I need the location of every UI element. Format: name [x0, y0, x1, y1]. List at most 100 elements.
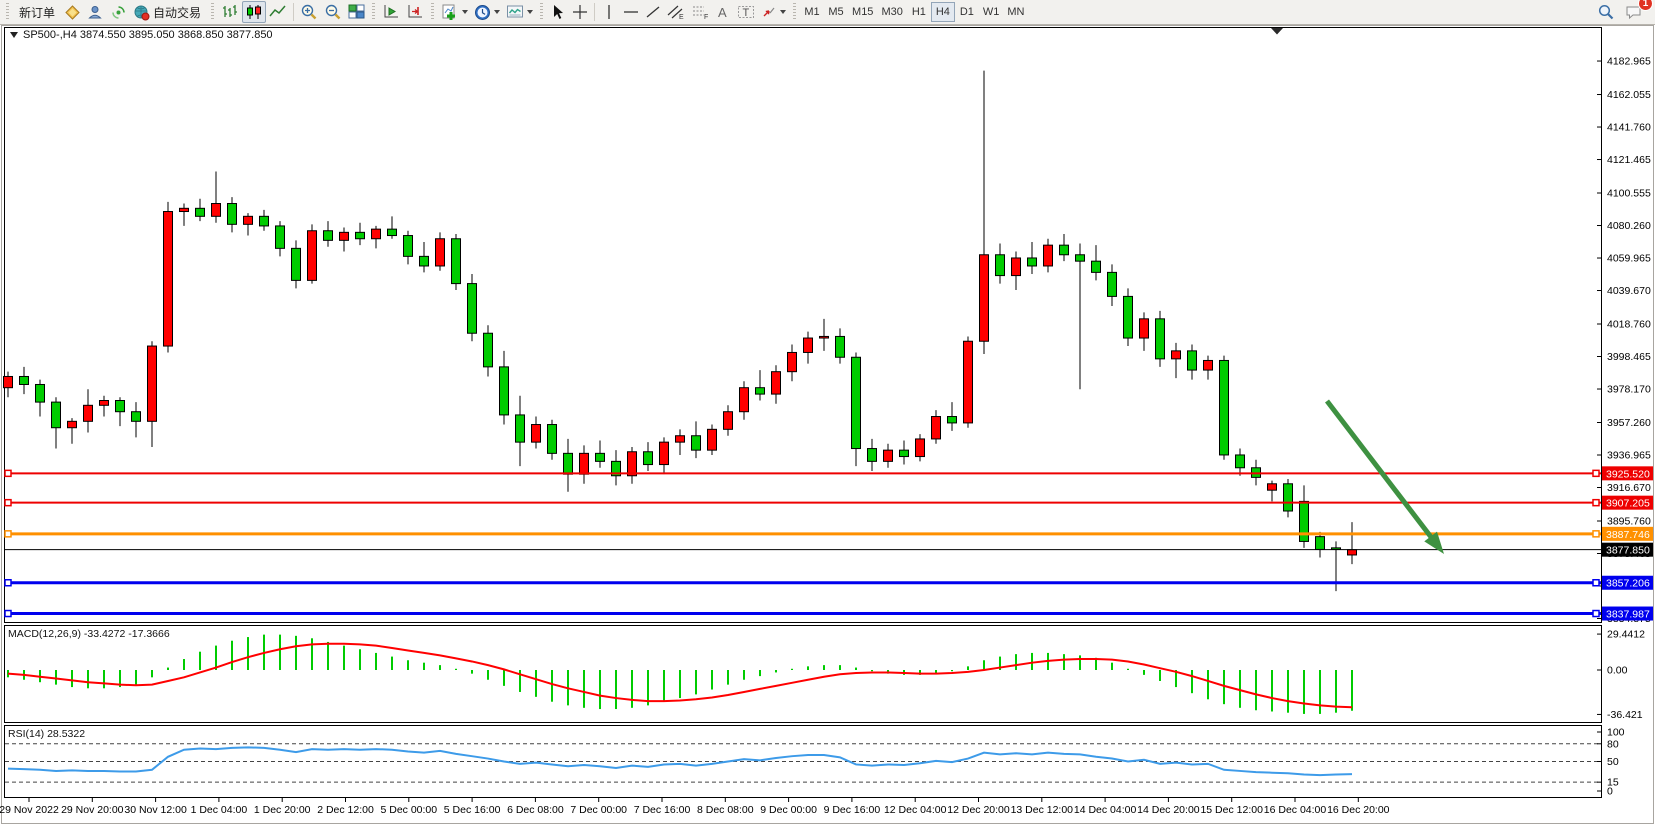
- text-tool[interactable]: A: [712, 1, 734, 23]
- candle-down: [948, 417, 957, 423]
- candle-down: [324, 231, 333, 241]
- fibonacci-tool[interactable]: F: [688, 1, 712, 23]
- templates-button[interactable]: [503, 1, 536, 23]
- timeframe-m15[interactable]: M15: [848, 2, 877, 22]
- zoom-in-button[interactable]: [297, 1, 321, 23]
- line-anchor-marker[interactable]: [5, 580, 11, 586]
- candle-down: [452, 239, 461, 284]
- price-tick-label: 3916.670: [1607, 482, 1651, 494]
- toolbar-right-group: 1: [1594, 1, 1653, 23]
- line-chart-button[interactable]: [266, 1, 290, 23]
- toolbar-grip[interactable]: [372, 3, 375, 21]
- crosshair-icon: [572, 4, 588, 20]
- candle-up: [804, 338, 813, 352]
- chart-shift-button[interactable]: [403, 1, 427, 23]
- candle-down: [468, 284, 477, 334]
- candle-down: [20, 376, 29, 384]
- line-anchor-marker[interactable]: [5, 611, 11, 617]
- price-tick-label: 3998.465: [1607, 351, 1651, 363]
- toolbar-grip[interactable]: [431, 3, 434, 21]
- price-tick-label: 4080.260: [1607, 220, 1651, 232]
- candle-down: [1156, 319, 1165, 359]
- time-tick-label: 5 Dec 16:00: [444, 804, 501, 816]
- candle-down: [292, 248, 301, 280]
- tile-windows-icon: [348, 4, 365, 20]
- candle-up: [68, 421, 77, 427]
- timeframe-mn[interactable]: MN: [1003, 2, 1028, 22]
- candle-up: [884, 450, 893, 461]
- tile-windows-button[interactable]: [345, 1, 368, 23]
- accounts-button[interactable]: [84, 1, 107, 23]
- vertical-line-tool[interactable]: [598, 1, 620, 23]
- candle-down: [1284, 484, 1293, 511]
- ohlc-bars-icon: [221, 4, 239, 20]
- candle-down: [132, 412, 141, 422]
- price-line-label: 3907.205: [1602, 496, 1653, 510]
- timeframe-m5[interactable]: M5: [824, 2, 848, 22]
- candle-down: [1220, 360, 1229, 454]
- candle-down: [692, 436, 701, 450]
- periods-button[interactable]: [471, 1, 503, 23]
- chevron-down-icon[interactable]: [494, 10, 500, 14]
- price-tick-label: 3957.260: [1607, 417, 1651, 429]
- timeframe-h1[interactable]: H1: [907, 2, 931, 22]
- line-anchor-marker[interactable]: [1593, 500, 1599, 506]
- bar-chart-button[interactable]: [218, 1, 242, 23]
- cursor-button[interactable]: [547, 1, 569, 23]
- candle-down: [1108, 272, 1117, 296]
- chart-canvas[interactable]: 4182.9654162.0554141.7604121.4654100.555…: [0, 25, 1655, 825]
- text-label-tool[interactable]: T: [734, 1, 758, 23]
- candle-up: [964, 341, 973, 423]
- auto-scroll-button[interactable]: [379, 1, 403, 23]
- line-anchor-marker[interactable]: [1593, 580, 1599, 586]
- candle-down: [996, 255, 1005, 276]
- price-line-label: 3887.746: [1602, 527, 1653, 541]
- price-tick-label: 4182.965: [1607, 56, 1651, 68]
- chevron-down-icon[interactable]: [527, 10, 533, 14]
- candlestick-chart-button[interactable]: [242, 1, 266, 23]
- timeframe-w1[interactable]: W1: [979, 2, 1004, 22]
- notifications-button[interactable]: 1: [1622, 1, 1647, 23]
- horizontal-line-tool[interactable]: [620, 1, 642, 23]
- candle-up: [1172, 351, 1181, 359]
- line-anchor-marker[interactable]: [5, 500, 11, 506]
- candle-up: [772, 372, 781, 394]
- toolbar-grip[interactable]: [6, 3, 9, 21]
- new-order-button[interactable]: 新订单: [13, 1, 61, 23]
- timeframe-h4[interactable]: H4: [931, 2, 955, 22]
- market-watch-button[interactable]: [61, 1, 84, 23]
- channel-tool[interactable]: E: [664, 1, 688, 23]
- candle-down: [756, 388, 765, 394]
- candle-up: [164, 212, 173, 347]
- toolbar-grip[interactable]: [211, 3, 214, 21]
- line-anchor-marker[interactable]: [1593, 531, 1599, 537]
- indicators-button[interactable]: [438, 1, 471, 23]
- timeframe-m30[interactable]: M30: [877, 2, 906, 22]
- candle-down: [900, 450, 909, 456]
- line-anchor-marker[interactable]: [5, 470, 11, 476]
- candle-down: [196, 208, 205, 216]
- candle-up: [1044, 245, 1053, 266]
- signals-button[interactable]: [107, 1, 130, 23]
- toolbar-grip[interactable]: [540, 3, 543, 21]
- svg-text:F: F: [704, 14, 708, 20]
- chevron-down-icon[interactable]: [780, 10, 786, 14]
- search-button[interactable]: [1594, 1, 1618, 23]
- toolbar-grip[interactable]: [793, 3, 796, 21]
- price-tick-label: 3936.965: [1607, 450, 1651, 462]
- chevron-down-icon[interactable]: [462, 10, 468, 14]
- timeframe-d1[interactable]: D1: [955, 2, 979, 22]
- crosshair-button[interactable]: [569, 1, 591, 23]
- timeframe-m1[interactable]: M1: [800, 2, 824, 22]
- line-anchor-marker[interactable]: [1593, 470, 1599, 476]
- price-tick-label: 4121.465: [1607, 154, 1651, 166]
- trendline-tool[interactable]: [642, 1, 664, 23]
- zoom-out-button[interactable]: [321, 1, 345, 23]
- line-anchor-marker[interactable]: [1593, 611, 1599, 617]
- autotrade-button[interactable]: 自动交易: [130, 1, 207, 23]
- rsi-tick-label: 50: [1607, 756, 1619, 768]
- arrows-tool[interactable]: [758, 1, 789, 23]
- line-anchor-marker[interactable]: [5, 531, 11, 537]
- candle-down: [356, 232, 365, 238]
- collapse-triangle-icon[interactable]: [10, 32, 18, 38]
